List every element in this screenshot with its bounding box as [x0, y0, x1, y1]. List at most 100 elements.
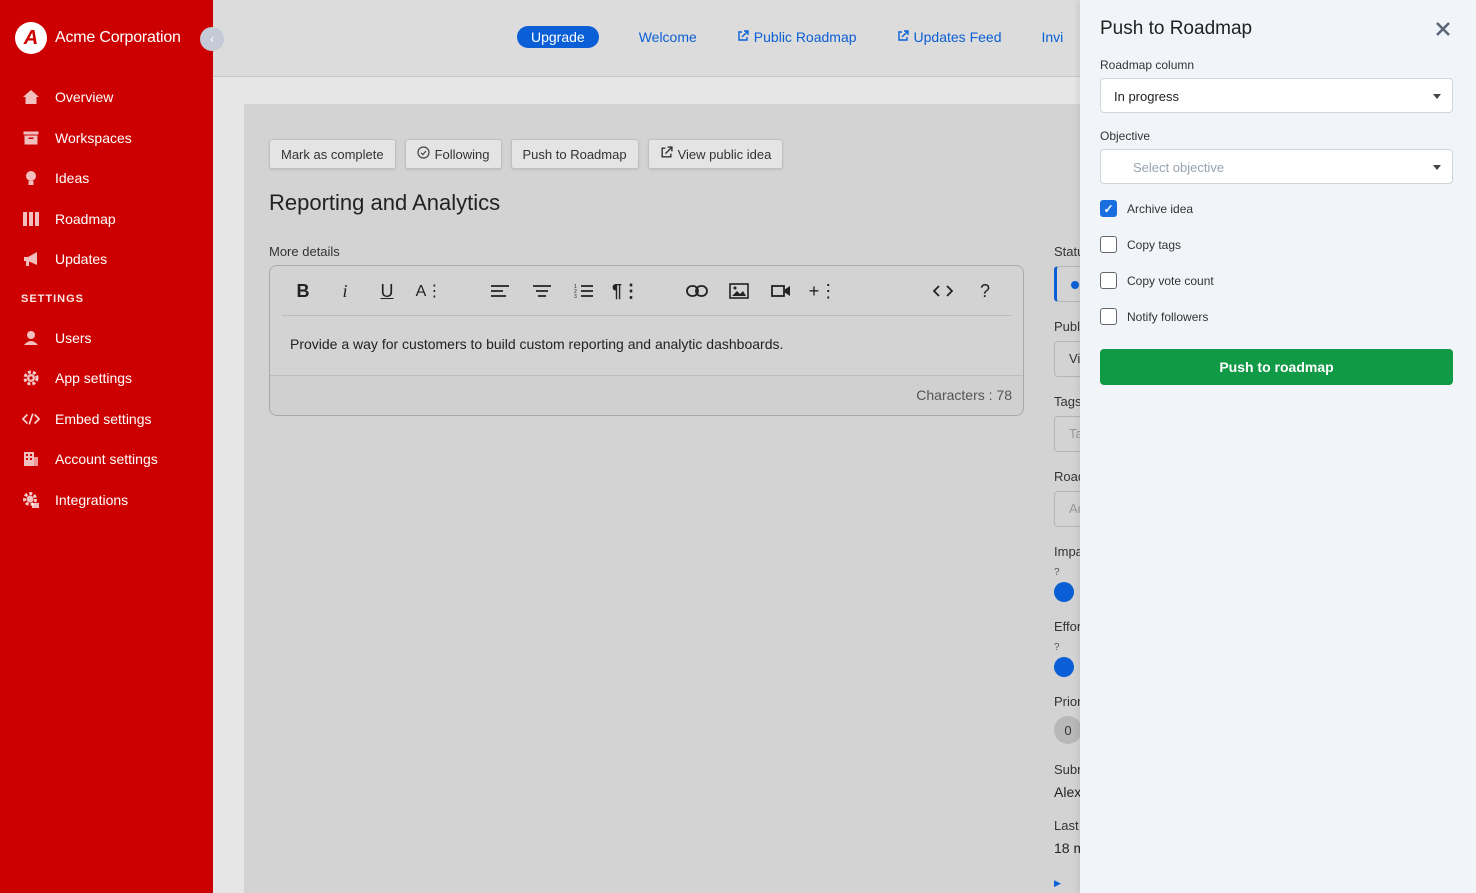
- push-to-roadmap-panel: Push to Roadmap Roadmap column In progre…: [1080, 0, 1476, 893]
- roadmap-label: Road: [1054, 469, 1080, 484]
- user-icon: [22, 329, 40, 347]
- copy-tags-label: Copy tags: [1127, 237, 1182, 252]
- copy-tags-option[interactable]: Copy tags: [1100, 236, 1181, 253]
- description-editor[interactable]: B i U A⋮ 123 ¶⋮ +⋮ ? Provide a way for c…: [269, 265, 1024, 416]
- sidebar-item-account-settings[interactable]: Account settings: [0, 439, 213, 480]
- sidebar-nav: Overview Workspaces Ideas Roadmap Update…: [0, 77, 213, 520]
- sidebar-item-integrations[interactable]: Integrations: [0, 480, 213, 521]
- underline-icon[interactable]: U: [372, 278, 402, 304]
- external-link-icon: [897, 29, 909, 45]
- submitted-label: Subm: [1054, 762, 1080, 777]
- image-icon[interactable]: [724, 278, 754, 304]
- idea-detail-card: Mark as complete Following Push to Roadm…: [244, 104, 1104, 893]
- copy-vote-count-checkbox[interactable]: [1100, 272, 1117, 289]
- code-icon: [22, 410, 40, 428]
- objective-select[interactable]: Select objective: [1100, 149, 1453, 184]
- upgrade-button[interactable]: Upgrade: [517, 26, 599, 48]
- invite-label: Invi: [1041, 29, 1064, 45]
- sidebar-item-users[interactable]: Users: [0, 318, 213, 359]
- collapse-sidebar-button[interactable]: ‹: [200, 27, 224, 51]
- updates-feed-link[interactable]: Updates Feed: [897, 29, 1001, 45]
- svg-text:3: 3: [574, 294, 577, 299]
- following-label: Following: [434, 146, 490, 162]
- mark-complete-button[interactable]: Mark as complete: [269, 139, 396, 169]
- chevron-down-icon: [1433, 94, 1441, 99]
- sidebar-item-embed-settings[interactable]: Embed settings: [0, 399, 213, 440]
- paragraph-icon[interactable]: ¶⋮: [611, 278, 641, 304]
- archive-idea-label: Archive idea: [1127, 201, 1194, 216]
- sidebar-item-label: Ideas: [55, 170, 90, 187]
- notify-followers-checkbox[interactable]: [1100, 308, 1117, 325]
- home-icon: [22, 88, 40, 106]
- sidebar-item-updates[interactable]: Updates: [0, 239, 213, 280]
- brand-name: Acme Corporation: [55, 29, 181, 46]
- effort-slider-handle[interactable]: [1054, 657, 1074, 677]
- view-public-idea-label: View public idea: [677, 146, 772, 162]
- idea-title[interactable]: Reporting and Analytics: [269, 190, 500, 216]
- editor-footer: Characters : 78: [270, 375, 1023, 415]
- copy-vote-count-option[interactable]: Copy vote count: [1100, 272, 1214, 289]
- settings-heading: SETTINGS: [21, 292, 85, 305]
- font-size-icon[interactable]: A⋮: [414, 278, 444, 304]
- insert-more-icon[interactable]: +⋮: [808, 278, 838, 304]
- sidebar-item-workspaces[interactable]: Workspaces: [0, 118, 213, 159]
- following-button[interactable]: Following: [404, 139, 502, 169]
- sidebar-item-label: App settings: [55, 370, 133, 387]
- push-to-roadmap-button[interactable]: Push to Roadmap: [510, 139, 639, 169]
- panel-title: Push to Roadmap: [1100, 18, 1253, 39]
- view-public-idea-button[interactable]: View public idea: [647, 139, 784, 169]
- sidebar-item-label: Updates: [55, 251, 108, 268]
- sidebar-item-label: Overview: [55, 89, 114, 106]
- sidebar: A Acme Corporation Overview Workspaces I…: [0, 0, 213, 893]
- caret-right-icon[interactable]: ▶: [1054, 878, 1080, 889]
- public-roadmap-link[interactable]: Public Roadmap: [737, 29, 857, 45]
- align-left-icon[interactable]: [485, 278, 515, 304]
- sidebar-item-roadmap[interactable]: Roadmap: [0, 199, 213, 240]
- sidebar-item-label: Roadmap: [55, 210, 116, 227]
- more-details-label: More details: [269, 244, 340, 259]
- push-to-roadmap-submit-button[interactable]: Push to roadmap: [1100, 349, 1453, 385]
- bold-icon[interactable]: B: [288, 278, 318, 304]
- sidebar-item-overview[interactable]: Overview: [0, 77, 213, 118]
- notify-followers-option[interactable]: Notify followers: [1100, 308, 1208, 325]
- copy-vote-count-label: Copy vote count: [1127, 273, 1214, 288]
- invite-link[interactable]: Invi: [1041, 29, 1063, 45]
- link-icon[interactable]: [682, 278, 712, 304]
- columns-icon: [22, 210, 40, 228]
- roadmap-column-select[interactable]: In progress: [1100, 78, 1453, 113]
- tags-label: Tags: [1054, 394, 1080, 409]
- status-dot: [1071, 281, 1079, 289]
- welcome-link[interactable]: Welcome: [639, 29, 697, 45]
- ordered-list-icon[interactable]: 123: [569, 278, 599, 304]
- code-view-icon[interactable]: [928, 278, 958, 304]
- push-to-roadmap-label: Push to Roadmap: [522, 146, 627, 162]
- last-value: 18 m: [1054, 840, 1080, 856]
- objective-placeholder: Select objective: [1133, 160, 1225, 175]
- archive-idea-option[interactable]: ✓ Archive idea: [1100, 200, 1193, 217]
- gear-icon: [22, 369, 40, 387]
- idea-actions: Mark as complete Following Push to Roadm…: [269, 139, 784, 169]
- video-icon[interactable]: [766, 278, 796, 304]
- sidebar-item-ideas[interactable]: Ideas: [0, 158, 213, 199]
- italic-icon[interactable]: i: [330, 278, 360, 304]
- copy-tags-checkbox[interactable]: [1100, 236, 1117, 253]
- brand[interactable]: A Acme Corporation: [15, 22, 181, 54]
- close-icon: [1436, 16, 1450, 42]
- visibility-value: Vi: [1069, 351, 1081, 366]
- impact-slider-handle[interactable]: [1054, 582, 1074, 602]
- close-panel-button[interactable]: [1432, 18, 1454, 40]
- mark-complete-label: Mark as complete: [281, 146, 384, 162]
- header-links: Upgrade Welcome Public Roadmap Updates F…: [517, 26, 1063, 48]
- check-circle-icon: [416, 146, 430, 162]
- inbox-icon: [22, 129, 40, 147]
- api-gear-icon: [22, 491, 40, 509]
- archive-idea-checkbox[interactable]: ✓: [1100, 200, 1117, 217]
- external-link-icon: [737, 29, 749, 45]
- impact-label: Impa: [1054, 544, 1080, 559]
- sidebar-item-app-settings[interactable]: App settings: [0, 358, 213, 399]
- roadmap-column-value: In progress: [1114, 89, 1180, 104]
- help-icon[interactable]: ?: [970, 278, 1000, 304]
- align-center-icon[interactable]: [527, 278, 557, 304]
- welcome-label: Welcome: [638, 29, 697, 45]
- description-text[interactable]: Provide a way for customers to build cus…: [290, 336, 783, 352]
